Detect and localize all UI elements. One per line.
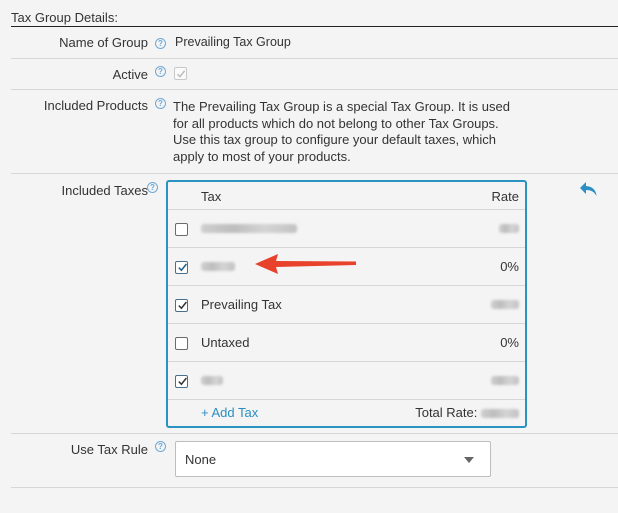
- table-header: Tax Rate: [168, 182, 525, 210]
- help-icon[interactable]: ?: [155, 38, 166, 49]
- column-header-tax: Tax: [201, 189, 222, 204]
- tax-row-checkbox[interactable]: [175, 375, 188, 388]
- tax-name-redacted: [201, 221, 297, 236]
- total-rate: Total Rate:: [415, 405, 519, 420]
- column-header-rate: Rate: [491, 189, 519, 204]
- help-icon[interactable]: ?: [147, 182, 158, 193]
- tax-row-checkbox[interactable]: [175, 337, 188, 350]
- table-row: Prevailing Tax: [168, 286, 525, 324]
- check-icon: [178, 263, 187, 272]
- tax-rule-label: Use Tax Rule: [70, 442, 148, 457]
- section-title-rule: [11, 26, 618, 27]
- caret-down-icon: [464, 457, 474, 463]
- active-checkbox[interactable]: [174, 67, 187, 80]
- check-icon: [178, 301, 187, 310]
- included-taxes-label: Included Taxes: [61, 183, 149, 198]
- tax-rate-redacted: [491, 297, 519, 312]
- tax-rate: 0%: [500, 335, 519, 350]
- tax-rule-selected-value: None: [185, 452, 217, 467]
- undo-icon[interactable]: [578, 180, 600, 198]
- row-divider: [11, 433, 618, 434]
- row-divider: [11, 173, 618, 174]
- check-icon: [178, 377, 187, 386]
- group-name-value: Prevailing Tax Group: [175, 35, 291, 49]
- help-icon[interactable]: ?: [155, 66, 166, 77]
- included-products-description: The Prevailing Tax Group is a special Ta…: [173, 99, 510, 164]
- tax-name: Untaxed: [201, 335, 250, 350]
- check-icon: [177, 70, 186, 78]
- row-divider: [11, 89, 618, 90]
- active-label: Active: [112, 67, 148, 82]
- tax-row-checkbox[interactable]: [175, 223, 188, 236]
- tax-name-redacted: [201, 373, 223, 388]
- included-products-label: Included Products: [43, 98, 148, 113]
- tax-rate: 0%: [500, 259, 519, 274]
- help-icon[interactable]: ?: [155, 98, 166, 109]
- tax-rule-select[interactable]: None: [175, 441, 491, 477]
- tax-row-checkbox[interactable]: [175, 299, 188, 312]
- included-taxes-table: Tax Rate 0% Prevailing Tax Untaxed 0% + …: [166, 180, 527, 428]
- tax-rate-redacted: [491, 373, 519, 388]
- help-icon[interactable]: ?: [155, 441, 166, 452]
- annotation-arrow-icon: [255, 254, 356, 274]
- tax-rate-redacted: [499, 221, 519, 236]
- row-divider: [11, 487, 618, 488]
- tax-name-redacted: [201, 259, 235, 274]
- table-row: Untaxed 0%: [168, 324, 525, 362]
- table-row: [168, 362, 525, 400]
- tax-row-checkbox[interactable]: [175, 261, 188, 274]
- group-name-label: Name of Group: [59, 35, 148, 50]
- tax-name: Prevailing Tax: [201, 297, 282, 312]
- table-footer: + Add Tax Total Rate:: [168, 402, 525, 426]
- add-tax-link[interactable]: + Add Tax: [201, 405, 258, 420]
- table-row: [168, 210, 525, 248]
- section-title: Tax Group Details:: [11, 10, 118, 25]
- row-divider: [11, 58, 618, 59]
